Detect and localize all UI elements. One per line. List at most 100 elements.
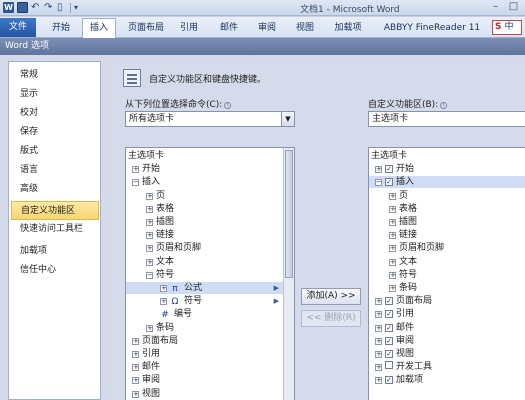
left_tree-item[interactable]: − 符号 — [126, 269, 283, 281]
right_tree-item[interactable]: + ✓ 开始 — [369, 163, 525, 175]
nav-item-display[interactable]: 显示 — [11, 85, 99, 104]
expand-icon[interactable]: + — [389, 271, 396, 279]
expand-icon[interactable]: + — [160, 285, 167, 292]
nav-item-addins[interactable]: 加载项 — [11, 242, 99, 261]
minimize-icon[interactable]: – — [490, 2, 501, 13]
tab-visible-checkbox[interactable]: ✓ — [385, 323, 393, 332]
nav-item-trust-center[interactable]: 信任中心 — [11, 261, 99, 280]
left_tree-item[interactable]: + π 公式 ▶ — [126, 282, 283, 294]
left_tree-item[interactable]: + 邮件 — [126, 361, 283, 373]
left_tree-item[interactable]: + 条码 — [126, 322, 283, 334]
expand-icon[interactable]: + — [375, 166, 382, 174]
left_tree-item[interactable]: + 插图 — [126, 216, 283, 228]
maximize-icon[interactable]: □ — [508, 2, 519, 13]
tab-mailings[interactable]: 邮件 — [214, 19, 244, 37]
tab-visible-checkbox[interactable]: ✓ — [385, 336, 393, 345]
tab-home[interactable]: 开始 — [44, 19, 78, 37]
remove-button[interactable]: << 删除(R) — [301, 310, 361, 327]
expand-icon[interactable]: + — [132, 166, 139, 174]
word-app-icon[interactable]: W — [3, 2, 14, 13]
available-commands-tree[interactable]: 主选项卡 + 开始 − 插入 + 页 + 表格 + 插图 + 链接 + 页眉和页脚 + 文本 − 符号 + π 公式 ▶ + Ω… — [125, 147, 295, 400]
tab-visible-checkbox[interactable]: ✓ — [385, 297, 393, 306]
expand-icon[interactable]: + — [389, 285, 396, 292]
expand-icon[interactable]: + — [146, 232, 153, 240]
expand-icon[interactable]: + — [375, 324, 382, 332]
tab-page-layout[interactable]: 页面布局 — [122, 19, 170, 37]
expand-icon[interactable]: + — [146, 205, 153, 213]
save-icon[interactable] — [17, 2, 28, 13]
right_tree-item[interactable]: + 页 — [369, 190, 525, 202]
expand-icon[interactable]: + — [132, 337, 139, 345]
left_tree-item[interactable]: + 链接 — [126, 229, 283, 241]
expand-icon[interactable]: + — [146, 192, 153, 200]
right_tree-item[interactable]: + ✓ 审阅 — [369, 335, 525, 347]
expand-icon[interactable]: + — [375, 298, 382, 306]
tab-addins[interactable]: 加载项 — [328, 19, 368, 37]
expand-icon[interactable]: + — [389, 245, 396, 253]
nav-item-typography[interactable]: 版式 — [11, 142, 99, 161]
expand-icon[interactable]: + — [375, 337, 382, 345]
expand-icon[interactable]: + — [146, 258, 153, 266]
right_tree-item[interactable]: + 页眉和页脚 — [369, 242, 525, 254]
new-doc-icon[interactable]: ▯ — [57, 2, 67, 13]
expand-icon[interactable]: + — [389, 258, 396, 266]
expand-icon[interactable]: + — [132, 364, 139, 372]
tab-visible-checkbox[interactable]: ✓ — [385, 350, 393, 358]
expand-icon[interactable]: + — [389, 205, 396, 213]
left_tree-item[interactable]: # 编号 — [126, 308, 283, 320]
tab-visible-checkbox[interactable]: ✓ — [385, 376, 393, 385]
expand-icon[interactable]: + — [389, 219, 396, 226]
left-tree-scrollbar[interactable] — [283, 148, 294, 400]
right_tree-item[interactable]: + 条码 — [369, 282, 525, 294]
nav-item-customize-ribbon[interactable]: 自定义功能区 — [11, 201, 99, 220]
expand-icon[interactable]: + — [132, 377, 139, 385]
expand-icon[interactable]: + — [389, 232, 396, 240]
left_tree-item[interactable]: + 页 — [126, 190, 283, 202]
add-button[interactable]: 添加(A) >> — [301, 288, 361, 305]
left-tree-scroll-thumb[interactable] — [285, 150, 293, 278]
tab-visible-checkbox[interactable]: ✓ — [385, 310, 393, 319]
right_tree-item[interactable]: + 符号 — [369, 269, 525, 281]
tab-visible-checkbox[interactable]: ✓ — [385, 178, 393, 187]
right_tree-item[interactable]: + 表格 — [369, 203, 525, 215]
nav-item-quick-access-toolbar[interactable]: 快速访问工具栏 — [11, 220, 99, 239]
right_tree-item[interactable]: + ✓ 页面布局 — [369, 295, 525, 307]
right_tree-item[interactable]: + ✓ 引用 — [369, 308, 525, 320]
tab-references[interactable]: 引用 — [174, 19, 204, 37]
collapse-icon[interactable]: − — [146, 271, 153, 279]
right_tree-item[interactable]: + ✓ 视图 — [369, 348, 525, 360]
tab-review[interactable]: 审阅 — [252, 19, 282, 37]
left_tree-item[interactable]: + 页面布局 — [126, 335, 283, 347]
left_tree-item[interactable]: + 开始 — [126, 163, 283, 175]
tab-abbyy[interactable]: ABBYY FineReader 11 — [376, 19, 488, 37]
left_tree-item[interactable]: + 文本 — [126, 256, 283, 268]
left_tree-item[interactable]: + 审阅 — [126, 374, 283, 386]
right_tree-item[interactable]: + ✓ 加载项 — [369, 374, 525, 386]
nav-item-advanced[interactable]: 高级 — [11, 180, 99, 199]
expand-icon[interactable]: + — [146, 324, 153, 332]
expand-icon[interactable]: + — [375, 377, 382, 385]
ribbon-target-select[interactable]: 主选项卡 — [368, 111, 525, 127]
expand-icon[interactable]: + — [132, 351, 139, 358]
tab-visible-checkbox[interactable] — [385, 361, 393, 370]
tab-visible-checkbox[interactable]: ✓ — [385, 165, 393, 174]
collapse-icon[interactable]: − — [132, 179, 139, 187]
expand-icon[interactable]: + — [146, 245, 153, 253]
redo-icon[interactable]: ↷ — [44, 2, 54, 13]
expand-icon[interactable]: + — [375, 311, 382, 319]
expand-icon[interactable]: + — [389, 192, 396, 200]
right_tree-item[interactable]: + 文本 — [369, 256, 525, 268]
right_tree-item[interactable]: + 链接 — [369, 229, 525, 241]
right_tree-item[interactable]: + 插图 — [369, 216, 525, 228]
right_tree-item[interactable]: + 开发工具 — [369, 361, 525, 373]
tab-file[interactable]: 文件 — [0, 18, 36, 37]
right_tree-item[interactable]: − ✓ 插入 — [369, 176, 525, 189]
right_tree-item[interactable]: 主选项卡 — [369, 150, 525, 162]
tab-insert[interactable]: 插入 — [82, 18, 116, 38]
nav-item-language[interactable]: 语言 — [11, 161, 99, 180]
tab-view[interactable]: 视图 — [290, 19, 320, 37]
nav-item-proofing[interactable]: 校对 — [11, 104, 99, 123]
ime-indicator[interactable]: S中 — [492, 20, 522, 35]
undo-icon[interactable]: ↶ — [31, 2, 41, 13]
expand-icon[interactable]: + — [132, 390, 139, 398]
